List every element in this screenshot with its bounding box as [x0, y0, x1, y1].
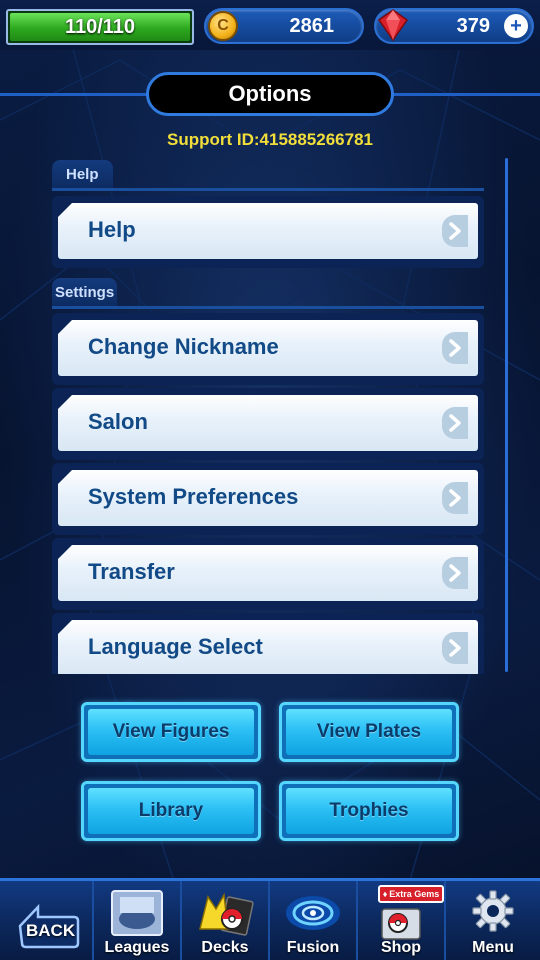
back-button[interactable]: BACK	[0, 881, 94, 960]
decks-icon	[199, 892, 254, 936]
gem-icon	[377, 9, 409, 42]
badge-label: Extra Gems	[389, 889, 440, 899]
option-language-select[interactable]: Language Select	[52, 613, 484, 674]
nav-label: Shop	[381, 939, 421, 956]
gem-counter[interactable]: 379 +	[374, 8, 534, 44]
nav-label: Leagues	[104, 939, 170, 956]
section-divider	[52, 188, 484, 191]
view-plates-button[interactable]: View Plates	[279, 702, 459, 762]
extra-gems-badge: ♦ Extra Gems	[378, 885, 444, 903]
nav-shop[interactable]: ♦ Extra Gems Shop	[358, 881, 446, 960]
option-face: Change Nickname	[58, 320, 478, 376]
option-transfer[interactable]: Transfer	[52, 538, 484, 610]
button-label: View Plates	[286, 709, 452, 755]
option-label: Salon	[88, 409, 148, 434]
chevron-right-icon	[442, 332, 468, 364]
coin-counter: C 2861	[204, 8, 364, 44]
view-figures-button[interactable]: View Figures	[81, 702, 261, 762]
chevron-right-icon	[442, 215, 468, 247]
option-face: Salon	[58, 395, 478, 451]
option-label: Language Select	[88, 634, 263, 659]
chevron-right-icon	[442, 632, 468, 664]
button-label: Trophies	[286, 788, 452, 834]
back-label: BACK	[26, 921, 76, 940]
stamina-bar: 110/110	[6, 9, 194, 45]
chevron-right-icon	[442, 557, 468, 589]
scrollbar[interactable]	[505, 158, 508, 672]
nav-fusion[interactable]: Fusion	[270, 881, 358, 960]
shop-icon	[381, 908, 421, 940]
section-header-settings: Settings	[52, 278, 118, 308]
options-list[interactable]: Help Help Settings Change Nickname Salon	[52, 158, 488, 674]
option-label: Help	[88, 217, 136, 242]
option-face: Transfer	[58, 545, 478, 601]
support-id: Support ID:415885266781	[167, 130, 373, 149]
option-label: System Preferences	[88, 484, 299, 509]
gear-icon	[472, 890, 514, 932]
stamina-text: 110/110	[64, 15, 136, 38]
option-face: Help	[58, 203, 478, 259]
option-label: Transfer	[88, 559, 175, 584]
option-face: System Preferences	[58, 470, 478, 526]
nav-label: Menu	[472, 939, 514, 956]
page-title: Options	[146, 72, 394, 116]
chevron-right-icon	[442, 407, 468, 439]
bottom-nav: BACK Leagues Decks Fusion ♦ Extra Gems S…	[0, 878, 540, 960]
option-label: Change Nickname	[88, 334, 279, 359]
section-divider	[52, 306, 484, 309]
option-system-preferences[interactable]: System Preferences	[52, 463, 484, 535]
library-button[interactable]: Library	[81, 781, 261, 841]
add-gems-button[interactable]: +	[504, 14, 528, 38]
nav-label: Decks	[201, 939, 249, 956]
gem-icon: ♦	[382, 889, 388, 899]
nav-label: Fusion	[286, 939, 340, 956]
leagues-icon	[111, 890, 163, 936]
status-bar: 110/110 C 2861 379 +	[0, 0, 540, 50]
chevron-right-icon	[442, 482, 468, 514]
gem-value: 379	[456, 15, 490, 37]
coin-value: 2861	[289, 15, 335, 37]
section-header-help: Help	[52, 160, 113, 190]
option-help[interactable]: Help	[52, 196, 484, 268]
button-label: Library	[88, 788, 254, 834]
nav-decks[interactable]: Decks	[182, 881, 270, 960]
coin-icon: C	[208, 11, 238, 41]
button-label: View Figures	[88, 709, 254, 755]
option-salon[interactable]: Salon	[52, 388, 484, 460]
nav-leagues[interactable]: Leagues	[94, 881, 182, 960]
fusion-icon	[286, 896, 340, 930]
option-change-nickname[interactable]: Change Nickname	[52, 313, 484, 385]
nav-menu[interactable]: Menu	[446, 881, 540, 960]
trophies-button[interactable]: Trophies	[279, 781, 459, 841]
option-face: Language Select	[58, 620, 478, 674]
